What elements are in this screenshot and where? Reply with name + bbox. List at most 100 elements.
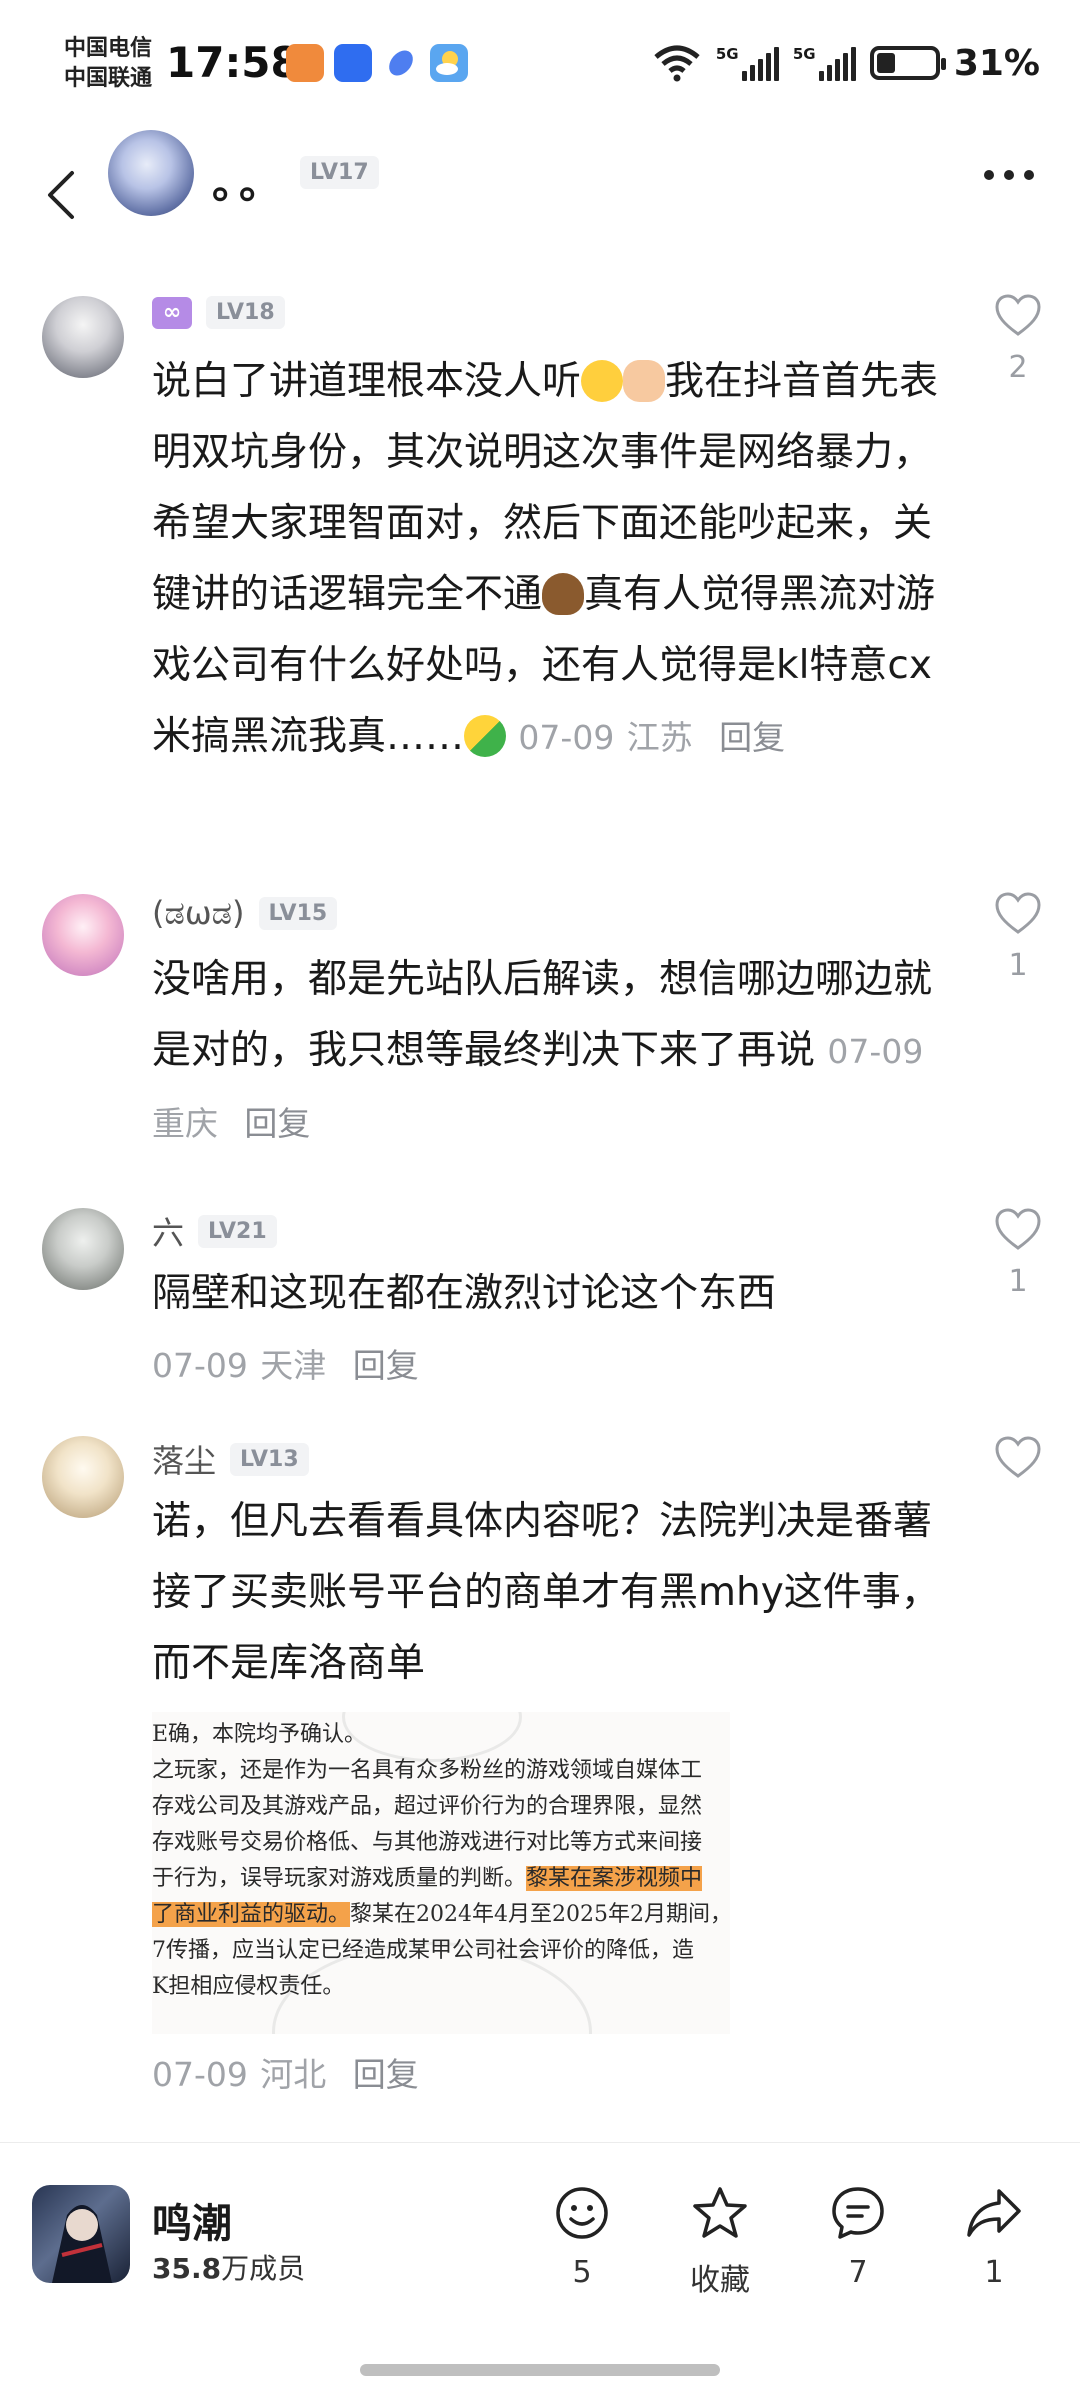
comment-count: 7 — [848, 2255, 868, 2290]
clock: 17:58 — [166, 38, 300, 87]
like-button[interactable]: 1 — [988, 892, 1048, 983]
back-button[interactable] — [46, 150, 96, 240]
doc-line: 之玩家，还是作为一名具有众多粉丝的游戏领域自媒体工 — [152, 1758, 703, 1783]
commenter-name[interactable]: 落尘 — [152, 1436, 216, 1482]
heart-outline-icon — [995, 892, 1041, 934]
weather-app-icon — [430, 44, 468, 82]
commenter-avatar[interactable] — [42, 1436, 124, 1518]
post-header: 。。 LV17 — [0, 130, 1080, 260]
heart-outline-icon — [995, 1208, 1041, 1250]
heart-outline-icon — [995, 294, 1041, 336]
doc-line: 存戏账号交易价格低、与其他游戏进行对比等方式来间接 — [152, 1830, 703, 1855]
bottom-bar: 鸣潮 35.8万成员 5 收藏 7 1 — [0, 2142, 1080, 2398]
community-members: 35.8万成员 — [152, 2252, 306, 2285]
highlighted-text: 了商业利益的驱动。 — [152, 1902, 351, 1927]
commenter-level: LV18 — [206, 296, 285, 329]
system-indicators: 5G 5G 31% — [652, 40, 1040, 86]
reply-button[interactable]: 回复 — [244, 1104, 310, 1143]
author-name[interactable]: 。。 — [212, 150, 287, 211]
commenter-avatar[interactable] — [42, 1208, 124, 1290]
doc-line: E确，本院均予确认。 — [152, 1722, 367, 1747]
commenter-level: LV13 — [230, 1442, 309, 1476]
commenter-level: LV21 — [198, 1214, 277, 1248]
comment-location: 江苏 — [626, 718, 693, 757]
commenter-name[interactable]: (ಡωಡ) — [152, 894, 245, 933]
smiley-icon — [556, 2187, 608, 2239]
heart-app-icon — [286, 44, 324, 82]
chevron-left-icon — [48, 171, 74, 219]
comment-date: 07-09 — [152, 2055, 248, 2094]
carrier-1: 中国电信 — [64, 36, 153, 61]
comment-date: 07-09 — [518, 718, 615, 757]
share-button[interactable]: 1 — [944, 2185, 1044, 2290]
more-dot-icon — [1024, 170, 1034, 180]
emoji-reaction-button[interactable]: 5 — [532, 2185, 632, 2290]
signal-icon-sim1: 5G — [716, 45, 779, 81]
emoji-count: 5 — [572, 2255, 592, 2290]
doc-line: 存戏公司及其游戏产品，超过评价行为的合理界限，显然 — [152, 1794, 703, 1819]
battery-icon — [869, 46, 946, 80]
parrot-emoji-icon — [464, 715, 507, 757]
comment-user-row: (ಡωಡ) LV15 — [152, 894, 338, 933]
share-count: 1 — [984, 2255, 1004, 2290]
comment-location: 天津 — [260, 1346, 327, 1385]
community-avatar[interactable] — [32, 2185, 130, 2283]
comment-date: 07-09 — [827, 1032, 924, 1071]
comment-button[interactable]: 7 — [808, 2185, 908, 2290]
commenter-avatar[interactable] — [42, 894, 124, 976]
heart-outline-icon — [995, 1436, 1041, 1478]
reply-button[interactable]: 回复 — [353, 2055, 419, 2094]
doc-line: 了商业利益的驱动。黎某在2024年4月至2025年2月期间， — [152, 1902, 730, 1927]
comment-text: 诺，但凡去看看具体内容呢？法院判决是番薯接了买卖账号平台的商单才有黑mhy这件事… — [152, 1499, 940, 1686]
commenter-name[interactable]: 六 — [152, 1208, 184, 1254]
comment-text: 没啥用，都是先站队后解读，想信哪边哪边就是对的，我只想等最终判决下来了再说 07… — [152, 957, 933, 1143]
infinity-badge-icon: ∞ — [152, 296, 192, 329]
laughing-emoji-icon — [581, 360, 624, 402]
star-outline-icon — [693, 2187, 747, 2238]
highlighted-text: 黎某在案涉视频中 — [526, 1866, 703, 1891]
comment-bubble-icon — [832, 2187, 884, 2239]
like-count: 1 — [1008, 1264, 1028, 1299]
ok-hand-emoji-icon — [623, 360, 666, 402]
author-avatar[interactable] — [108, 130, 194, 216]
like-button[interactable]: 1 — [988, 1208, 1048, 1299]
comment-user-row: 落尘 LV13 — [152, 1436, 309, 1482]
like-button[interactable] — [988, 1436, 1048, 1480]
court-document-image[interactable]: E确，本院均予确认。 之玩家，还是作为一名具有众多粉丝的游戏领域自媒体工 存戏公… — [152, 1712, 730, 2034]
feather-app-icon — [382, 44, 420, 82]
doc-line: 于行为，误导玩家对游戏质量的判断。黎某在案涉视频中 — [152, 1866, 703, 1891]
favorite-label: 收藏 — [690, 2263, 750, 2298]
more-dot-icon — [1004, 170, 1014, 180]
more-options-button[interactable] — [984, 170, 1034, 180]
comment-text: 隔壁和这现在都在激烈讨论这个东西 07-09 天津 回复 — [152, 1271, 777, 1385]
like-button[interactable]: 2 — [988, 294, 1048, 385]
like-count: 2 — [1008, 350, 1028, 385]
comment-user-row: ∞ LV18 — [152, 296, 285, 329]
carrier-names: 中国电信 中国联通 — [64, 34, 152, 94]
comment-user-row: 六 LV21 — [152, 1208, 277, 1254]
reply-button[interactable]: 回复 — [719, 718, 785, 757]
commenter-level: LV15 — [258, 897, 338, 930]
more-dot-icon — [984, 170, 994, 180]
poop-emoji-icon — [542, 573, 585, 615]
commenter-avatar[interactable] — [42, 296, 124, 378]
doc-line: K担相应侵权责任。 — [152, 1974, 345, 1999]
share-arrow-icon — [967, 2189, 1021, 2237]
favorite-button[interactable]: 收藏 — [670, 2185, 770, 2299]
comment-location: 河北 — [260, 2055, 327, 2094]
comment-text: 说白了讲道理根本没人听 我在抖音首先表明双坑身份，其次说明这次事件是网络暴力，希望… — [152, 359, 939, 759]
wifi-icon — [654, 45, 700, 82]
community-name[interactable]: 鸣潮 — [152, 2191, 232, 2249]
comment-location: 重庆 — [152, 1104, 218, 1143]
signal-icon-sim2: 5G — [793, 45, 856, 81]
reply-button[interactable]: 回复 — [353, 1346, 419, 1385]
author-level-badge: LV17 — [300, 156, 379, 189]
battery-percent: 31% — [953, 42, 1040, 84]
comment-date: 07-09 — [152, 1346, 248, 1385]
cloud-app-icon — [334, 44, 372, 82]
carrier-2: 中国联通 — [64, 66, 153, 91]
doc-line: 7传播，应当认定已经造成某甲公司社会评价的降低，造 — [152, 1938, 694, 1963]
home-indicator[interactable] — [360, 2364, 720, 2376]
status-bar: 中国电信 中国联通 17:58 5G 5G 31% — [0, 0, 1080, 130]
like-count: 1 — [1008, 948, 1028, 983]
